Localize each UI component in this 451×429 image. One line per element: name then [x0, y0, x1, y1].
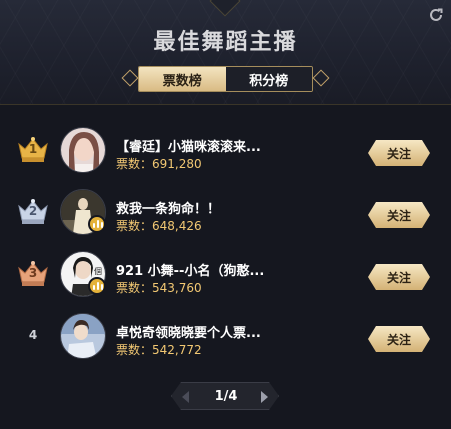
follow-button[interactable]: 关注 [368, 264, 430, 290]
ranking-row: 3 個 921 小舞--小名（狗憨... 票数：543,760 关注 [0, 246, 451, 308]
live-indicator-icon [88, 277, 106, 295]
header: 最佳舞蹈主播 票数榜 积分榜 [0, 0, 451, 105]
tab-bar: 票数榜 积分榜 [138, 66, 313, 92]
follow-button[interactable]: 关注 [368, 140, 430, 166]
tab-votes[interactable]: 票数榜 [139, 67, 226, 91]
follow-button[interactable]: 关注 [368, 326, 430, 352]
ranking-row: 4 卓悦奇领晓晓要个人票... 票数：542,772 关注 [0, 308, 451, 370]
rank-number: 1 [28, 142, 38, 156]
tab-right-diamond [312, 69, 330, 87]
page-title: 最佳舞蹈主播 [153, 30, 298, 55]
tab-left-diamond [121, 69, 139, 87]
avatar[interactable] [60, 313, 106, 359]
anchor-name: 卓悦奇领晓晓要个人票... [116, 326, 261, 341]
ranking-row: 2 救我一条狗命！！ 票数：648,426 关注 [0, 184, 451, 246]
avatar[interactable] [60, 127, 106, 173]
vote-count: 票数：691,280 [116, 157, 202, 171]
svg-text:個: 個 [94, 266, 102, 276]
vote-count: 票数：542,772 [116, 343, 202, 357]
rank-number: 2 [28, 204, 38, 218]
rank-number: 3 [28, 266, 38, 280]
anchor-name: 【睿廷】小猫咪滚滚来... [116, 140, 261, 155]
rank-number: 4 [28, 328, 38, 342]
live-indicator-icon [88, 215, 106, 233]
vote-count: 票数：543,760 [116, 281, 202, 295]
pagination: 1/4 [171, 382, 279, 410]
refresh-icon[interactable] [427, 6, 445, 24]
tab-group: 票数榜 积分榜 [121, 66, 330, 94]
ranking-row: 1 【睿廷】小猫咪滚滚来... 票数：691,280 关注 [0, 122, 451, 184]
follow-button[interactable]: 关注 [368, 202, 430, 228]
next-page-icon[interactable] [261, 391, 268, 403]
anchor-name: 921 小舞--小名（狗憨... [116, 264, 265, 279]
vote-count: 票数：648,426 [116, 219, 202, 233]
top-notch-decoration [209, 0, 241, 17]
anchor-name: 救我一条狗命！！ [116, 202, 221, 217]
tab-points[interactable]: 积分榜 [225, 67, 312, 91]
